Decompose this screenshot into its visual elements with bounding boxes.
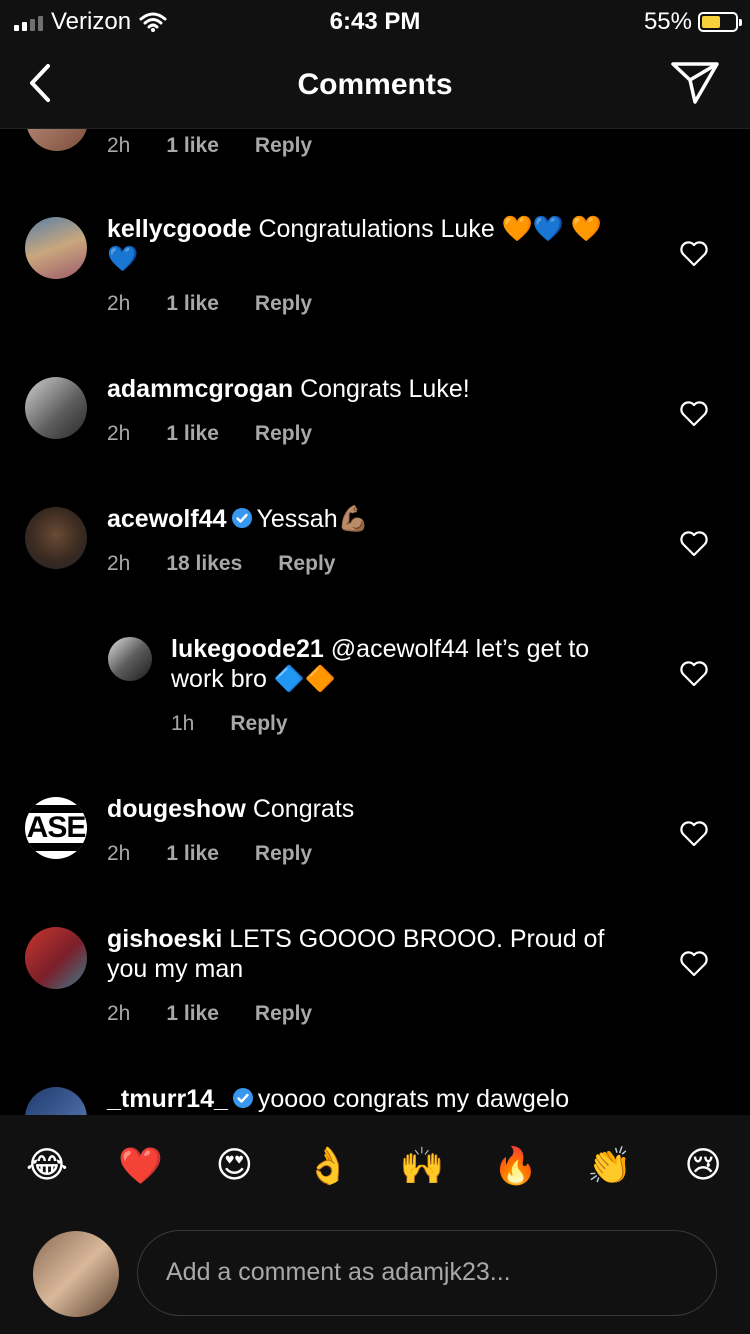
comment-body: Congrats Luke! [300,375,470,403]
reply-button[interactable]: Reply [255,1002,312,1026]
comment-time: 2h [107,842,131,865]
comment-text: adammcgrogan Congrats Luke! [107,374,627,404]
emoji-fire-button[interactable]: 🔥 [486,1145,546,1187]
comment-username[interactable]: adammcgrogan [107,375,293,403]
avatar[interactable] [25,217,87,279]
avatar[interactable]: ASE [25,797,87,859]
emoji-heart-eyes-button[interactable]: 😍 [204,1145,264,1187]
comment-meta: 2h 1 like Reply [107,1002,312,1026]
emoji-heart-button[interactable]: ❤️ [111,1145,171,1187]
comment-time: 2h [107,422,131,445]
send-icon[interactable] [670,60,720,106]
comment-username[interactable]: dougeshow [107,795,246,823]
comment-meta: 2h 1 like Reply [107,422,312,446]
comment-username[interactable]: lukegoode21 [171,635,324,663]
nav-bar: Comments [0,44,750,129]
comment-username[interactable]: gishoeski [107,925,222,953]
comments-list[interactable]: 2h 1 like Reply kellycgoode Congratulati… [0,129,750,1115]
emoji-raised-hands-button[interactable]: 🙌 [392,1145,452,1187]
page-title: Comments [297,68,453,101]
verified-badge-icon [231,508,252,528]
comment-username[interactable]: kellycgoode [107,215,252,243]
battery-level [702,16,720,28]
comment-text: _tmurr14_ yoooo congrats my dawgelo [107,1084,637,1114]
comment-username[interactable]: _tmurr14_ [107,1085,228,1113]
comment-body: yoooo congrats my dawgelo [257,1085,570,1113]
list-item: acewolf44 Yessah💪🏽 2h 18 likes Reply [0,503,750,593]
likes-link[interactable]: 1 like [166,842,219,866]
avatar[interactable] [25,507,87,569]
emoji-bar: 😂 ❤️ 😍 👌 🙌 🔥 👏 😢 [0,1145,750,1187]
list-item: kellycgoode Congratulations Luke 🧡💙 🧡💙 2… [0,213,750,323]
list-item: gishoeski LETS GOOOO BROOO. Proud of you… [0,923,750,1033]
likes-link[interactable]: 1 like [166,422,219,446]
comment-text: acewolf44 Yessah💪🏽 [107,504,627,534]
comment-meta: 2h 1 like Reply [107,292,312,316]
comment-meta: 2h 1 like Reply [107,842,312,866]
comment-body: Congrats [252,795,355,823]
list-item: 2h 1 like Reply [0,129,750,169]
comment-time: 2h [107,1002,131,1025]
likes-link[interactable]: 1 like [166,134,219,158]
reply-button[interactable]: Reply [255,422,312,446]
heart-icon[interactable] [680,951,708,977]
reply-item: lukegoode21 @acewolf44 let’s get to work… [0,633,750,743]
avatar[interactable] [26,129,88,151]
heart-icon[interactable] [680,401,708,427]
emoji-laughing-button[interactable]: 😂 [17,1145,77,1187]
avatar[interactable] [25,927,87,989]
comment-input-box[interactable] [137,1230,717,1316]
likes-link[interactable]: 1 like [166,292,219,316]
battery: 55% [643,8,742,36]
status-bar: Verizon 6:43 PM 55% [0,0,750,44]
reply-button[interactable]: Reply [230,712,287,736]
comment-meta: 2h 18 likes Reply [107,552,335,576]
reply-button[interactable]: Reply [255,134,312,158]
comment-meta: 1h Reply [171,712,288,736]
verified-badge-icon [232,1088,253,1108]
heart-icon[interactable] [680,531,708,557]
comment-composer: 😂 ❤️ 😍 👌 🙌 🔥 👏 😢 [0,1115,750,1334]
list-item: ASE dougeshow Congrats 2h 1 like Reply [0,793,750,883]
reply-button[interactable]: Reply [255,292,312,316]
reply-button[interactable]: Reply [278,552,335,576]
comment-text: gishoeski LETS GOOOO BROOO. Proud of you… [107,924,637,984]
comment-text: dougeshow Congrats [107,794,627,824]
heart-icon[interactable] [680,241,708,267]
emoji-crying-button[interactable]: 😢 [673,1145,733,1187]
status-time: 6:43 PM [329,8,421,35]
avatar[interactable] [25,377,87,439]
reply-button[interactable]: Reply [255,842,312,866]
heart-icon[interactable] [680,661,708,687]
emoji-ok-hand-button[interactable]: 👌 [298,1145,358,1187]
emoji-clap-button[interactable]: 👏 [579,1145,639,1187]
comment-text: lukegoode21 @acewolf44 let’s get to work… [171,634,641,694]
comment-time: 1h [171,712,195,735]
battery-icon [698,12,742,32]
avatar-logo-text: ASE [26,811,87,844]
comment-time: 2h [107,552,131,575]
battery-percent: 55% [643,8,692,35]
comment-body: Yessah💪🏽 [256,505,369,533]
comment-text: kellycgoode Congratulations Luke 🧡💙 🧡💙 [107,214,627,274]
my-avatar [33,1231,119,1317]
likes-link[interactable]: 18 likes [166,552,242,576]
likes-link[interactable]: 1 like [166,1002,219,1026]
comment-time: 2h [107,134,131,157]
comment-time: 2h [107,292,131,315]
comment-meta: 2h 1 like Reply [107,134,312,158]
list-item: adammcgrogan Congrats Luke! 2h 1 like Re… [0,373,750,463]
avatar[interactable] [108,637,152,681]
avatar[interactable] [25,1087,87,1115]
comment-username[interactable]: acewolf44 [107,505,227,533]
heart-icon[interactable] [680,821,708,847]
list-item: _tmurr14_ yoooo congrats my dawgelo [0,1083,750,1115]
comment-input[interactable] [164,1257,688,1288]
